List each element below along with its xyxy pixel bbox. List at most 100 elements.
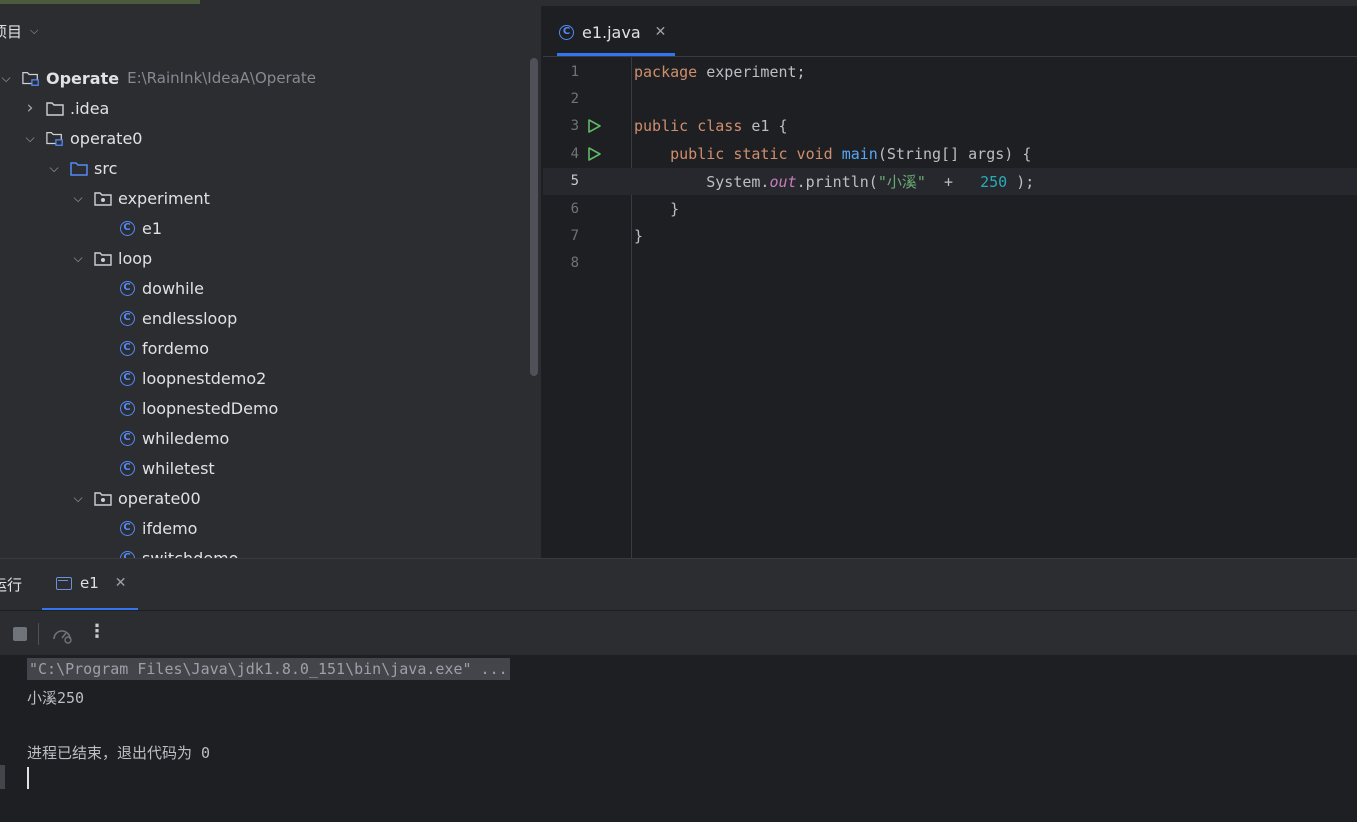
code-token: public class xyxy=(634,117,743,136)
tree-item-label: loopnestedDemo xyxy=(142,398,279,418)
tree-item-path: E:\RainInk\IdeaA\Operate xyxy=(127,69,317,87)
folder-icon xyxy=(46,100,64,116)
class-icon: C xyxy=(118,280,136,296)
tree-item[interactable]: › .idea xyxy=(22,93,110,123)
run-gutter-icon[interactable] xyxy=(585,117,603,135)
line-number: 4 xyxy=(570,145,579,162)
code-line[interactable]: 8 xyxy=(543,250,1357,277)
chevron-down-icon[interactable]: ⌵ xyxy=(22,131,38,146)
tree-item[interactable]: ⌵ Operate E:\RainInk\IdeaA\Operate xyxy=(0,63,316,93)
tree-item-label: loop xyxy=(118,248,153,268)
tree-item[interactable]: ⌵ operate0 xyxy=(22,123,142,153)
chevron-down-icon[interactable]: ⌵ xyxy=(70,191,86,206)
tree-item[interactable]: Cendlessloop xyxy=(94,303,237,333)
editor-tab-e1-java[interactable]: C e1.java ✕ xyxy=(559,18,666,46)
tree-item[interactable]: ⌵ src xyxy=(46,153,117,183)
code-line[interactable]: 3 public class e1 { xyxy=(543,113,1357,140)
chevron-down-icon[interactable]: ⌵ xyxy=(46,161,62,176)
active-tab-indicator xyxy=(557,53,675,56)
tree-item[interactable]: ⌵ loop xyxy=(70,243,152,273)
class-icon: C xyxy=(559,24,574,40)
close-icon[interactable]: ✕ xyxy=(655,24,667,40)
run-tool-window-header: 运行 e1 ✕ xyxy=(0,558,1357,611)
code-token: } xyxy=(634,199,680,218)
tree-item[interactable]: CloopnestedDemo xyxy=(94,393,278,423)
run-tab-e1[interactable]: e1 ✕ xyxy=(56,574,127,592)
console-command-line: "C:\Program Files\Java\jdk1.8.0_151\bin\… xyxy=(27,658,510,680)
console-icon xyxy=(56,576,72,590)
more-options-icon[interactable]: ⋮ xyxy=(88,621,106,645)
tree-item[interactable]: Cwhiledemo xyxy=(94,423,229,453)
line-number: 7 xyxy=(570,227,579,244)
class-icon: C xyxy=(118,340,136,356)
tree-item[interactable]: Cloopnestdemo2 xyxy=(94,363,266,393)
code-line[interactable]: 7} xyxy=(543,222,1357,249)
tree-item[interactable]: Ce1 xyxy=(94,213,162,243)
code-text: } xyxy=(634,227,643,245)
code-line[interactable]: 5 System.out.println("小溪" + 250 ); xyxy=(543,167,1357,195)
tree-item[interactable]: Cwhiletest xyxy=(94,453,215,483)
class-icon: C xyxy=(118,550,136,558)
run-console[interactable]: "C:\Program Files\Java\jdk1.8.0_151\bin\… xyxy=(0,655,1357,822)
class-icon: C xyxy=(118,460,136,476)
tree-item-label: ifdemo xyxy=(142,518,198,538)
code-token: package xyxy=(634,62,698,81)
tree-item[interactable]: Cfordemo xyxy=(94,333,209,363)
console-left-gutter xyxy=(0,740,6,820)
run-gutter-icon[interactable] xyxy=(585,145,603,163)
tree-item-label: .idea xyxy=(70,98,110,118)
line-number: 6 xyxy=(570,200,579,217)
code-text: } xyxy=(634,200,679,218)
code-line[interactable]: 1 package experiment; xyxy=(543,58,1357,85)
run-toolbar: ⋮ xyxy=(0,610,1357,656)
source-folder-icon xyxy=(70,160,88,176)
code-token: out xyxy=(769,172,797,191)
tree-item[interactable]: ⌵ experiment xyxy=(70,183,209,213)
code-text: System.out.println("小溪" + 250 ); xyxy=(634,171,1034,192)
stop-button[interactable] xyxy=(13,627,27,641)
code-token: public static void xyxy=(670,144,833,163)
tree-item-label: endlessloop xyxy=(142,308,238,328)
dump-threads-icon[interactable] xyxy=(51,624,73,644)
code-token: .println( xyxy=(796,172,878,191)
tree-item[interactable]: ⌵ operate00 xyxy=(70,483,201,513)
chevron-down-icon[interactable]: ⌵ xyxy=(70,251,86,266)
run-window-label: 运行 xyxy=(0,576,23,594)
code-text: public static void main(String[] args) { xyxy=(634,145,1031,163)
code-token: System. xyxy=(634,172,770,191)
close-icon[interactable]: ✕ xyxy=(115,575,127,591)
tree-item-label: operate00 xyxy=(118,488,201,508)
editor-tab-bar: C e1.java ✕ xyxy=(543,6,1357,57)
chevron-down-icon[interactable]: ⌵ xyxy=(0,71,14,86)
editor-pane: C e1.java ✕ 1 package experiment; 2 3 public… xyxy=(543,6,1357,558)
code-token: e1 { xyxy=(742,117,788,136)
line-number: 1 xyxy=(570,63,579,80)
tree-item-label: src xyxy=(94,158,118,178)
project-panel-title: 项目 xyxy=(0,22,23,41)
tree-item-label: whiletest xyxy=(142,458,215,478)
code-token: + xyxy=(925,172,981,191)
tree-item[interactable]: Cdowhile xyxy=(94,273,204,303)
editor-tab-label: e1.java xyxy=(582,22,641,42)
tree-item-label: Operate xyxy=(46,68,120,88)
line-number: 2 xyxy=(570,90,579,107)
chevron-down-icon[interactable]: ⌵ xyxy=(70,491,86,506)
chevron-right-icon[interactable]: › xyxy=(22,98,38,118)
tree-item[interactable]: Cswitchdemo xyxy=(94,543,238,558)
package-icon xyxy=(94,250,112,266)
project-panel: 项目 ⌵ ⌵ Operate E:\RainInk\IdeaA\Operate › .i… xyxy=(0,6,541,558)
console-exit-message: 进程已结束，退出代码为 0 xyxy=(27,744,211,762)
code-token: "小溪" xyxy=(877,172,926,191)
tree-item-label: dowhile xyxy=(142,278,204,298)
code-token: } xyxy=(634,226,644,245)
run-tab-label: e1 xyxy=(80,574,99,592)
code-line[interactable]: 6 } xyxy=(543,195,1357,222)
tree-item[interactable]: Cifdemo xyxy=(94,513,197,543)
line-number: 5 xyxy=(570,173,579,190)
project-scrollbar[interactable] xyxy=(530,58,538,376)
code-line[interactable]: 2 xyxy=(543,85,1357,112)
code-line[interactable]: 4 public static void main(String[] args)… xyxy=(543,140,1357,167)
project-panel-header[interactable]: 项目 ⌵ xyxy=(0,18,38,44)
